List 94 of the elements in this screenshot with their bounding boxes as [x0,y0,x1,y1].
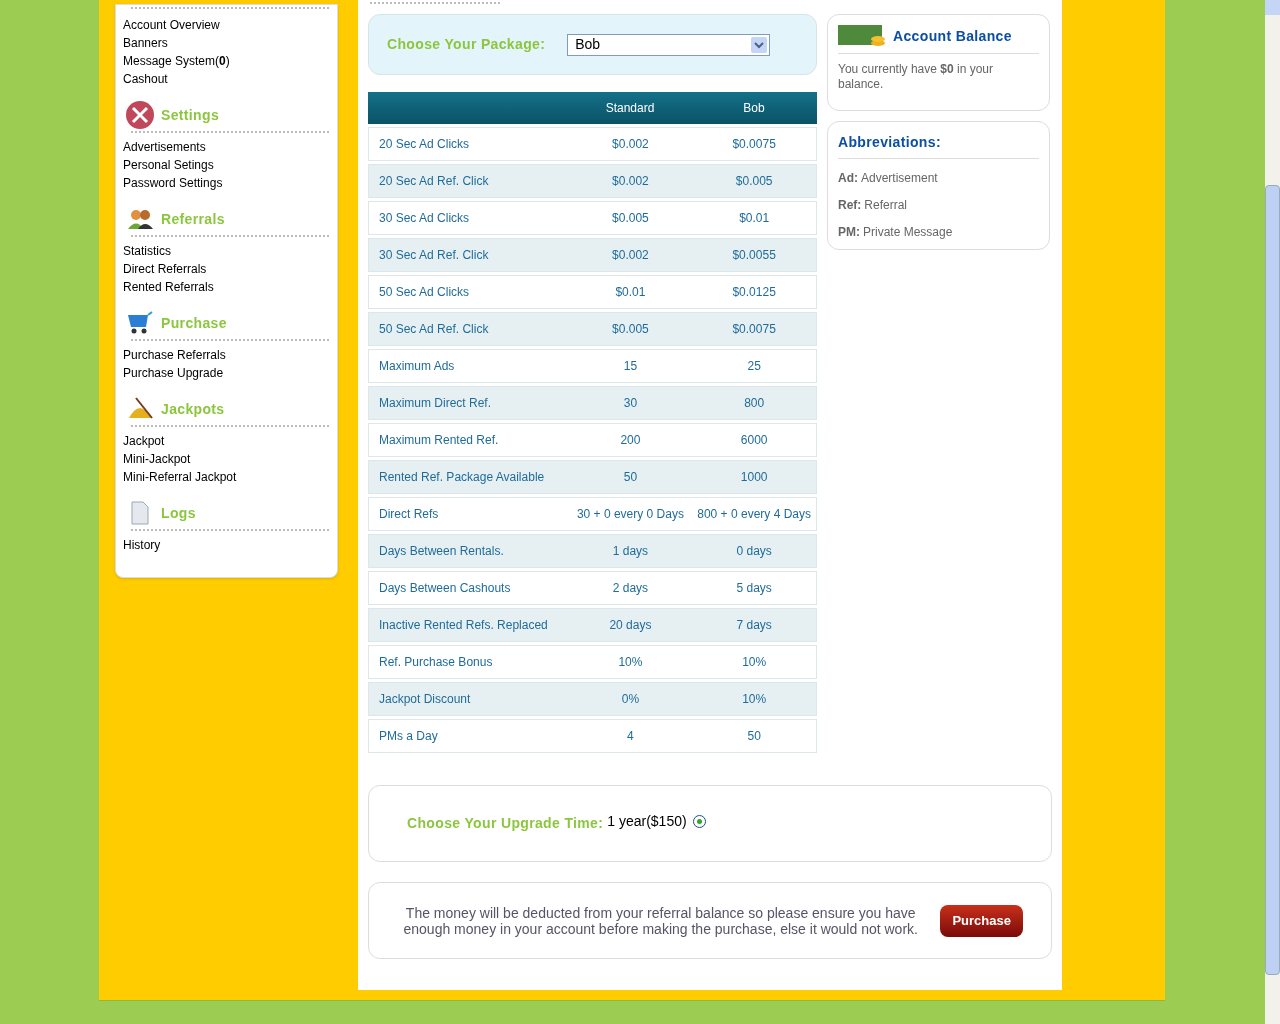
sidebar-link[interactable]: Personal Setings [123,157,330,173]
table-cell-text: 20 days [609,617,652,634]
table-cell-text: 0 days [736,543,772,560]
section-title: Referrals [161,209,225,229]
section-title: Purchase [161,313,227,333]
table-cell-text: $0.002 [612,247,649,264]
document-icon [130,501,150,525]
card-title: Abbreviations: [838,134,941,150]
section-title: Jackpots [161,399,225,419]
table-cell: Days Between Rentals. [379,544,504,558]
section-title: Settings [161,105,220,125]
sidebar-link[interactable]: Banners [123,35,330,51]
table-cell: Ref. Purchase Bonus [379,655,493,669]
table-cell-text: 50 [747,728,761,745]
table-cell: PMs a Day [379,729,438,743]
abbreviation-meaning: Advertisement [861,170,938,187]
table-cell-text: 2 days [612,580,649,597]
table-cell-text: $0.01 [739,210,770,227]
table-cell: 20 Sec Ad Ref. Click [379,174,489,188]
table-cell-text: $0.005 [612,321,649,338]
table-cell-text: 25 [747,358,761,375]
upgrade-option-label: 1 year($150) [607,812,687,831]
table-cell-text: 200 [620,432,641,449]
section-title: Logs [161,503,196,523]
column-header: Bob [743,100,765,117]
upgrade-label: Choose Your Upgrade Time: [407,814,604,833]
table-cell: Rented Ref. Package Available [379,470,545,484]
table-cell: 30 Sec Ad Clicks [379,211,470,225]
sidebar-link[interactable]: Purchase Referrals [123,347,330,363]
card-title: Account Balance [893,26,1012,46]
table-cell-text: 50 [623,469,638,486]
purchase-button[interactable]: Purchase [940,904,1023,937]
table-cell-text: 15 [623,358,638,375]
table-cell-text: $0.002 [612,136,649,153]
sidebar-link[interactable]: Advertisements [123,139,330,155]
table-cell: Direct Refs [379,507,439,521]
table-cell-text: 4 [627,728,634,745]
table-cell-text: 800 [744,395,765,412]
sidebar-link[interactable]: Message System(0) [123,53,330,69]
sidebar-link[interactable]: History [123,537,330,553]
table-cell: Maximum Direct Ref. [379,396,491,410]
table-cell-text: 7 days [736,617,772,634]
table-cell-text: 10% [742,654,767,671]
notice-text: The money will be deducted from your referral balance so please ensure you have enough money in your account before making the purchase, else it would not work. [402,904,919,937]
table-cell-text: $0.0075 [732,321,776,338]
abbreviation-meaning: Referral [864,197,908,214]
people-icon [126,208,154,230]
table-cell-text: 30 + 0 every 0 Days [576,506,684,523]
table-cell: 20 Sec Ad Clicks [379,137,470,151]
table-cell-text: $0.0125 [732,284,776,301]
radio-button[interactable] [692,815,706,828]
table-cell-text: 1000 [740,469,768,486]
table-cell: Maximum Rented Ref. [379,433,499,447]
sidebar-link[interactable]: Rented Referrals [123,279,330,295]
table-cell: 50 Sec Ad Clicks [379,285,470,299]
abbreviation: Ref: [838,197,862,214]
abbreviation: PM: [838,224,860,241]
table-cell: 50 Sec Ad Ref. Click [379,322,489,336]
table-cell: Inactive Rented Refs. Replaced [379,618,548,632]
table-cell-text: $0.005 [735,173,773,190]
money-icon [838,23,885,49]
balance-text: You currently have $0 in your balance. [838,62,994,92]
abbreviation: Ad: [838,170,858,187]
sidebar-link[interactable]: Password Settings [123,175,330,191]
table-cell-text: $0.0075 [732,136,776,153]
abbreviation-meaning: Private Message [863,224,953,241]
sidebar-link[interactable]: Direct Referrals [123,261,330,277]
table-cell-text: 10% [618,654,643,671]
package-select[interactable]: Bob [567,33,771,56]
sidebar-link[interactable]: Jackpot [123,433,330,449]
package-label: Choose Your Package: [387,35,546,54]
table-cell: Days Between Cashouts [379,581,511,595]
sidebar-link[interactable]: Statistics [123,243,330,259]
sidebar-link[interactable]: Mini-Jackpot [123,451,330,467]
column-header: Standard [605,100,655,117]
table-cell-text: $0.002 [612,173,649,190]
table-cell-text: $0.01 [615,284,646,301]
table-cell: Maximum Ads [379,359,455,373]
table-cell-text: 5 days [736,580,772,597]
table-cell-text: 6000 [740,432,768,449]
table-cell-text: 0% [621,691,640,708]
table-cell-text: 30 [623,395,638,412]
table-cell-text: 10% [742,691,767,708]
sidebar-link[interactable]: Cashout [123,71,330,87]
table-cell: Jackpot Discount [379,692,471,706]
table-cell-text: $0.005 [612,210,649,227]
table-cell: 30 Sec Ad Ref. Click [379,248,489,262]
table-cell-text: 1 days [612,543,649,560]
sidebar-link[interactable]: Account Overview [123,17,330,33]
table-cell-text: $0.0055 [732,247,776,264]
sidebar-link[interactable]: Mini-Referral Jackpot [123,469,330,485]
cart-icon [126,311,154,335]
sidebar-link[interactable]: Purchase Upgrade [123,365,330,381]
table-cell-text: 800 + 0 every 4 Days [697,506,811,523]
